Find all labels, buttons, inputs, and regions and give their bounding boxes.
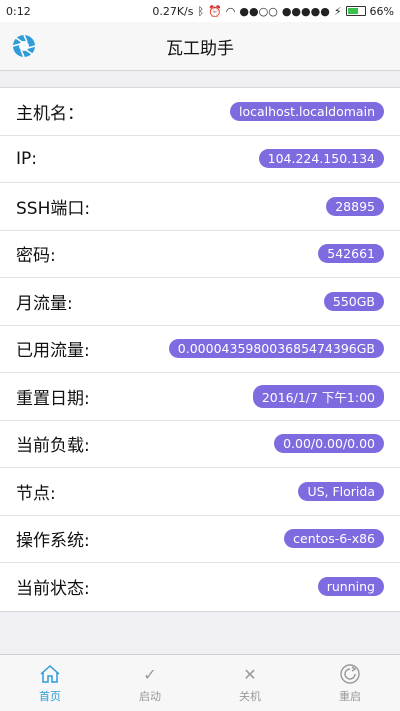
row-value-badge: centos-6-x86 [284, 529, 384, 549]
row-label: 操作系统: [16, 531, 90, 552]
row-value-badge: 542661 [318, 244, 384, 264]
server-info-list: 主机名： localhost.localdomain IP: 104.224.1… [0, 87, 400, 612]
tab-restart[interactable]: 重启 [300, 655, 400, 711]
row-value-badge: 0.00/0.00/0.00 [274, 434, 384, 454]
row-label: 月流量: [16, 293, 73, 314]
row-label: SSH端口: [16, 198, 91, 219]
row-label: 已用流量: [16, 341, 90, 362]
info-row-hostname: 主机名： localhost.localdomain [0, 88, 400, 136]
home-icon [39, 662, 61, 686]
alarm-icon: ⏰ [208, 4, 222, 18]
row-value-badge: 28895 [326, 196, 384, 216]
check-icon: ✓ [143, 664, 157, 684]
page-title: 瓦工助手 [166, 38, 234, 59]
close-icon: ✕ [243, 664, 257, 684]
battery-text: 66% [369, 4, 394, 18]
restart-icon [339, 662, 361, 686]
info-row-status: 当前状态: running [0, 563, 400, 611]
row-label: 当前负载: [16, 436, 90, 457]
tab-start[interactable]: ✓ 启动 [100, 655, 200, 711]
bluetooth-icon: ᛒ [197, 4, 205, 18]
row-label: IP: [16, 148, 37, 169]
row-value-badge: 2016/1/7 下午1:00 [252, 384, 384, 408]
info-row-password: 密码: 542661 [0, 231, 400, 278]
status-right: 0.27K/s ᛒ ⏰ ◠ ●●○○ ●●●●● ⚡ 66% [152, 5, 394, 18]
tab-home[interactable]: 首页 [0, 655, 100, 711]
info-row-monthly-traffic: 月流量: 550GB [0, 278, 400, 326]
info-row-node: 节点: US, Florida [0, 468, 400, 516]
row-value-badge: localhost.localdomain [229, 101, 384, 121]
info-row-ssh-port: SSH端口: 28895 [0, 183, 400, 231]
status-time: 0:12 [6, 4, 31, 18]
row-label: 重置日期: [16, 388, 90, 409]
row-value-badge: 104.224.150.134 [258, 149, 384, 169]
tab-label: 启动 [139, 690, 161, 703]
row-label: 当前状态: [16, 579, 90, 600]
info-row-reset-date: 重置日期: 2016/1/7 下午1:00 [0, 373, 400, 421]
signal-icon: ●●○○ [239, 4, 278, 18]
row-value-badge: US, Florida [298, 481, 384, 501]
info-row-load: 当前负载: 0.00/0.00/0.00 [0, 421, 400, 468]
charging-icon: ⚡ [333, 4, 342, 18]
tab-label: 关机 [239, 690, 261, 703]
wifi-icon: ◠ [225, 4, 236, 18]
row-label: 节点: [16, 483, 56, 504]
row-value-badge: 0.000043598003685474396GB [168, 339, 384, 359]
info-row-ip: IP: 104.224.150.134 [0, 136, 400, 183]
row-label: 主机名： [16, 103, 84, 124]
net-speed: 0.27K/s [152, 4, 194, 18]
status-bar: 0:12 0.27K/s ᛒ ⏰ ◠ ●●○○ ●●●●● ⚡ 66% [0, 0, 400, 22]
signal-icon-2: ●●●●● [281, 4, 330, 18]
row-value-badge: 550GB [323, 291, 384, 311]
row-label: 密码: [16, 246, 56, 267]
tab-label: 首页 [39, 690, 61, 703]
row-value-badge: running [317, 577, 384, 597]
info-row-used-traffic: 已用流量: 0.000043598003685474396GB [0, 326, 400, 373]
aperture-icon[interactable] [12, 34, 36, 58]
tab-shutdown[interactable]: ✕ 关机 [200, 655, 300, 711]
tab-bar: 首页 ✓ 启动 ✕ 关机 重启 [0, 654, 400, 711]
info-row-os: 操作系统: centos-6-x86 [0, 516, 400, 563]
tab-label: 重启 [339, 690, 361, 703]
navbar: 瓦工助手 [0, 22, 400, 71]
battery-icon [345, 6, 366, 16]
